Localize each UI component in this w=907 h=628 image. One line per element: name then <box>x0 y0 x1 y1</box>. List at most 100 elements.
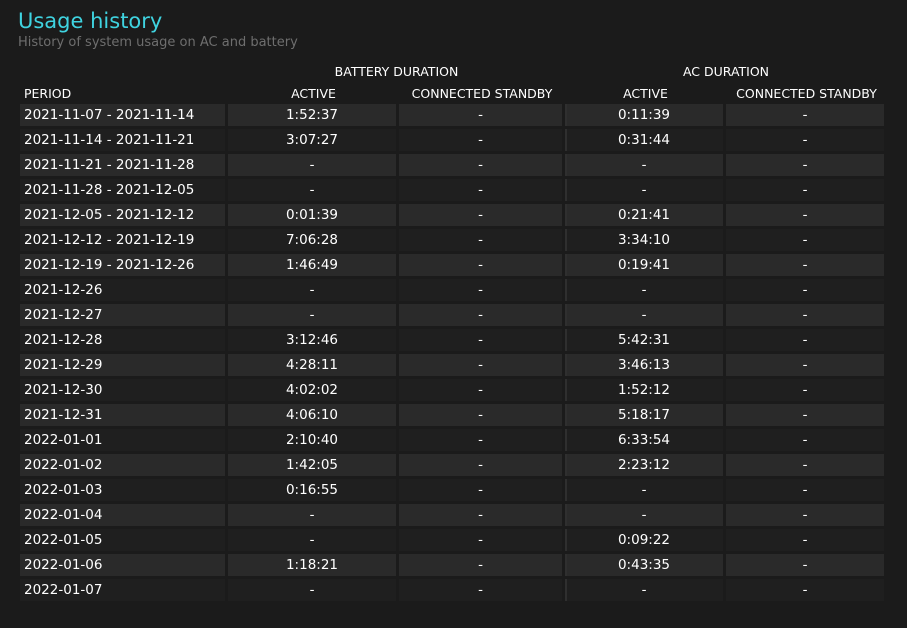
usage-history-table: BATTERY DURATION AC DURATION PERIOD ACTI… <box>20 60 887 604</box>
cell-period: 2022-01-07 <box>20 579 228 604</box>
cell-period: 2021-12-28 <box>20 329 228 354</box>
cell-period: 2021-12-26 <box>20 279 228 304</box>
cell-period: 2022-01-06 <box>20 554 228 579</box>
table-row: 2021-11-14 - 2021-11-21 3:07:27-0:31:44- <box>20 129 887 154</box>
table-row: 2021-11-21 - 2021-11-28- - - - <box>20 154 887 179</box>
cell-battery-active: 4:02:02 <box>228 379 399 404</box>
cell-ac-standby: - <box>726 429 887 454</box>
cell-battery-active: - <box>228 529 399 554</box>
cell-period: 2021-12-12 - 2021-12-19 <box>20 229 228 254</box>
cell-ac-standby: - <box>726 229 887 254</box>
table-row: 2021-12-27- - - - <box>20 304 887 329</box>
cell-battery-active: 4:28:11 <box>228 354 399 379</box>
cell-ac-standby: - <box>726 179 887 204</box>
cell-battery-standby: - <box>399 479 565 504</box>
cell-battery-active: 7:06:28 <box>228 229 399 254</box>
cell-ac-standby: - <box>726 354 887 379</box>
cell-ac-standby: - <box>726 129 887 154</box>
cell-period: 2022-01-02 <box>20 454 228 479</box>
cell-ac-standby: - <box>726 479 887 504</box>
cell-ac-active: 0:11:39 <box>565 104 726 129</box>
cell-period: 2021-12-30 <box>20 379 228 404</box>
table-row: 2021-12-28 3:12:46-5:42:31- <box>20 329 887 354</box>
cell-ac-active: - <box>565 579 726 604</box>
cell-ac-standby: - <box>726 279 887 304</box>
cell-ac-active: - <box>565 304 726 329</box>
table-row: 2022-01-06 1:18:21-0:43:35- <box>20 554 887 579</box>
table-row: 2021-12-31 4:06:10-5:18:17- <box>20 404 887 429</box>
table-row: 2021-12-30 4:02:02-1:52:12- <box>20 379 887 404</box>
cell-ac-active: - <box>565 279 726 304</box>
column-header-period: PERIOD <box>24 85 72 101</box>
cell-battery-active: - <box>228 154 399 179</box>
cell-period: 2021-11-28 - 2021-12-05 <box>20 179 228 204</box>
cell-period: 2021-11-21 - 2021-11-28 <box>20 154 228 179</box>
cell-battery-standby: - <box>399 179 565 204</box>
cell-ac-standby: - <box>726 254 887 279</box>
cell-period: 2021-12-27 <box>20 304 228 329</box>
table-body: 2021-11-07 - 2021-11-14 1:52:37-0:11:39-2… <box>20 104 887 604</box>
table-row: 2022-01-04- - - - <box>20 504 887 529</box>
cell-period: 2021-12-05 - 2021-12-12 <box>20 204 228 229</box>
cell-battery-standby: - <box>399 554 565 579</box>
cell-battery-active: 3:12:46 <box>228 329 399 354</box>
cell-ac-active: 0:21:41 <box>565 204 726 229</box>
table-row: 2022-01-02 1:42:05-2:23:12- <box>20 454 887 479</box>
cell-battery-active: 1:46:49 <box>228 254 399 279</box>
cell-battery-standby: - <box>399 254 565 279</box>
cell-battery-standby: - <box>399 129 565 154</box>
cell-period: 2022-01-05 <box>20 529 228 554</box>
cell-battery-standby: - <box>399 329 565 354</box>
table-row: 2021-12-29 4:28:11-3:46:13- <box>20 354 887 379</box>
table-row: 2021-12-12 - 2021-12-19 7:06:28-3:34:10- <box>20 229 887 254</box>
table-row: 2022-01-01 2:10:40-6:33:54- <box>20 429 887 454</box>
cell-battery-active: - <box>228 179 399 204</box>
cell-ac-standby: - <box>726 104 887 129</box>
cell-ac-active: 5:42:31 <box>565 329 726 354</box>
cell-battery-standby: - <box>399 354 565 379</box>
battery-duration-header: BATTERY DURATION <box>334 63 459 79</box>
cell-period: 2021-12-31 <box>20 404 228 429</box>
cell-period: 2022-01-04 <box>20 504 228 529</box>
cell-battery-active: 1:42:05 <box>228 454 399 479</box>
cell-battery-standby: - <box>399 104 565 129</box>
column-header-battery-active: ACTIVE <box>291 85 336 101</box>
cell-period: 2022-01-01 <box>20 429 228 454</box>
column-header-ac-standby: CONNECTED STANDBY <box>736 85 877 101</box>
cell-battery-active: 0:01:39 <box>228 204 399 229</box>
cell-battery-standby: - <box>399 304 565 329</box>
cell-battery-active: 2:10:40 <box>228 429 399 454</box>
cell-battery-active: 1:52:37 <box>228 104 399 129</box>
cell-period: 2021-12-19 - 2021-12-26 <box>20 254 228 279</box>
column-header-battery-standby: CONNECTED STANDBY <box>411 85 553 101</box>
cell-battery-standby: - <box>399 204 565 229</box>
cell-ac-active: 2:23:12 <box>565 454 726 479</box>
cell-battery-standby: - <box>399 579 565 604</box>
cell-ac-standby: - <box>726 304 887 329</box>
table-row: 2022-01-05- -0:09:22- <box>20 529 887 554</box>
group-header-spacer <box>20 60 228 82</box>
cell-ac-standby: - <box>726 579 887 604</box>
cell-battery-active: - <box>228 579 399 604</box>
cell-battery-standby: - <box>399 379 565 404</box>
cell-battery-standby: - <box>399 504 565 529</box>
cell-battery-standby: - <box>399 229 565 254</box>
cell-ac-standby: - <box>726 554 887 579</box>
cell-ac-active: 3:34:10 <box>565 229 726 254</box>
cell-period: 2022-01-03 <box>20 479 228 504</box>
cell-period: 2021-11-07 - 2021-11-14 <box>20 104 228 129</box>
cell-ac-standby: - <box>726 379 887 404</box>
cell-battery-active: 0:16:55 <box>228 479 399 504</box>
cell-ac-standby: - <box>726 504 887 529</box>
cell-battery-active: - <box>228 279 399 304</box>
table-row: 2021-12-19 - 2021-12-26 1:46:49-0:19:41- <box>20 254 887 279</box>
cell-ac-standby: - <box>726 529 887 554</box>
report-header: Usage history History of system usage on… <box>18 6 298 52</box>
cell-ac-standby: - <box>726 404 887 429</box>
cell-ac-active: 0:31:44 <box>565 129 726 154</box>
cell-ac-active: 0:19:41 <box>565 254 726 279</box>
cell-ac-standby: - <box>726 454 887 479</box>
cell-ac-active: - <box>565 154 726 179</box>
cell-ac-active: - <box>565 479 726 504</box>
table-row: 2022-01-07- - - - <box>20 579 887 604</box>
